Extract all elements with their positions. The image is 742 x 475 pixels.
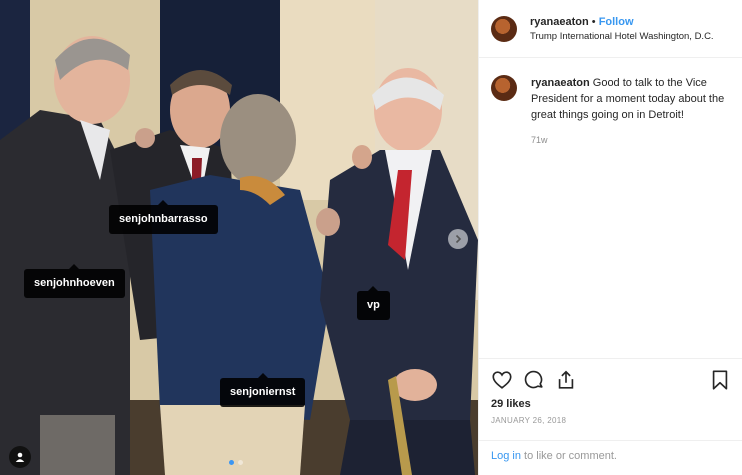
post-header: ryanaeaton • Follow Trump International …: [479, 0, 742, 58]
caption-username[interactable]: ryanaeaton: [531, 77, 590, 89]
carousel-indicator: [229, 460, 243, 465]
action-bar: 29 likes JANUARY 26, 2018: [479, 358, 742, 425]
login-prompt: Log in to like or comment.: [479, 440, 742, 471]
carousel-dot-2: [238, 460, 243, 465]
tag-vp[interactable]: vp: [357, 286, 390, 320]
instagram-post: senjohnbarrasso senjohnhoeven vp senjoni…: [0, 0, 742, 475]
tag-senjohnbarrasso[interactable]: senjohnbarrasso: [109, 200, 218, 234]
carousel-dot-1: [229, 460, 234, 465]
follow-button[interactable]: Follow: [599, 16, 634, 28]
header-username[interactable]: ryanaeaton: [530, 16, 589, 28]
bookmark-icon[interactable]: [709, 369, 731, 391]
tag-senjoniernst[interactable]: senjoniernst: [220, 373, 306, 407]
post-date: JANUARY 26, 2018: [491, 416, 567, 425]
chevron-right-icon: [455, 234, 462, 244]
post-photo[interactable]: senjohnbarrasso senjohnhoeven vp senjoni…: [0, 0, 478, 475]
location-link[interactable]: Trump International Hotel Washington, D.…: [530, 31, 714, 42]
caption: ryanaeaton Good to talk to the Vice Pres…: [479, 58, 742, 148]
share-icon[interactable]: [555, 369, 577, 391]
caption-avatar[interactable]: [491, 75, 517, 101]
avatar[interactable]: [491, 15, 517, 42]
tag-senjohnhoeven[interactable]: senjohnhoeven: [24, 264, 125, 298]
heart-icon[interactable]: [491, 369, 513, 391]
header-separator: •: [591, 15, 596, 28]
login-prompt-text: to like or comment.: [520, 450, 617, 462]
login-link[interactable]: Log in: [491, 450, 521, 462]
next-photo-button[interactable]: [448, 229, 468, 249]
comment-icon[interactable]: [523, 369, 545, 391]
person-icon: [15, 452, 25, 462]
show-tags-button[interactable]: [9, 446, 31, 468]
post-side-panel: ryanaeaton • Follow Trump International …: [478, 0, 742, 475]
likes-count[interactable]: 29 likes: [491, 398, 731, 410]
caption-time[interactable]: 71w: [531, 132, 730, 148]
